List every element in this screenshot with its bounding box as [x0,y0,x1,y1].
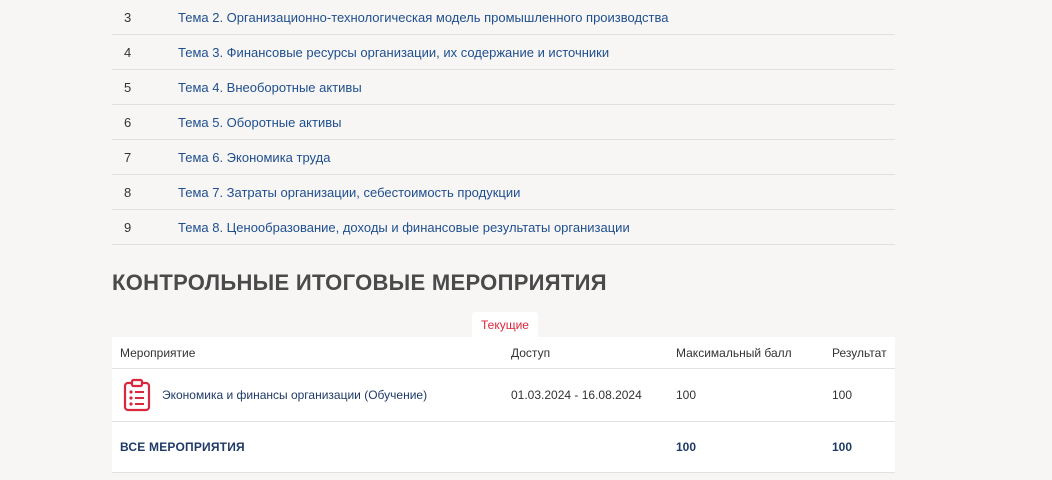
topic-link[interactable]: Тема 3. Финансовые ресурсы организации, … [178,45,609,60]
clipboard-list-icon[interactable] [122,378,152,412]
total-max-score: 100 [676,440,697,454]
topic-row: 9 Тема 8. Ценообразование, доходы и фина… [112,210,895,245]
topic-number: 6 [124,114,132,130]
table-header: Мероприятие Доступ Максимальный балл Рез… [112,337,895,369]
topics-list: 3 Тема 2. Организационно-технологическая… [112,0,895,245]
topic-link[interactable]: Тема 2. Организационно-технологическая м… [178,10,669,25]
header-result: Результат [832,345,887,360]
topic-row: 6 Тема 5. Оборотные активы [112,105,895,140]
topic-row: 3 Тема 2. Организационно-технологическая… [112,0,895,35]
header-max-score: Максимальный балл [676,345,792,360]
topic-row: 5 Тема 4. Внеоборотные активы [112,70,895,105]
topic-link[interactable]: Тема 8. Ценообразование, доходы и финанс… [178,220,630,235]
tab-current[interactable]: Текущие [472,312,538,337]
topic-row: 4 Тема 3. Финансовые ресурсы организации… [112,35,895,70]
header-event: Мероприятие [120,345,196,360]
topic-row: 7 Тема 6. Экономика труда [112,140,895,175]
header-access: Доступ [511,345,551,360]
event-cell: Экономика и финансы организации (Обучени… [112,378,511,412]
topic-number: 4 [124,44,132,60]
topic-link[interactable]: Тема 4. Внеоборотные активы [178,80,362,95]
total-result: 100 [832,440,853,454]
topic-link[interactable]: Тема 5. Оборотные активы [178,115,341,130]
topic-row: 8 Тема 7. Затраты организации, себестоим… [112,175,895,210]
event-result: 100 [832,388,853,402]
event-access: 01.03.2024 - 16.08.2024 [511,388,642,402]
events-table: Мероприятие Доступ Максимальный балл Рез… [112,337,895,473]
table-total-row: ВСЕ МЕРОПРИЯТИЯ 100 100 [112,422,895,473]
topic-number: 3 [124,9,132,25]
table-row: Экономика и финансы организации (Обучени… [112,369,895,422]
section-title: КОНТРОЛЬНЫЕ ИТОГОВЫЕ МЕРОПРИЯТИЯ [112,270,607,295]
topic-number: 7 [124,149,132,165]
topic-number: 9 [124,219,132,235]
topic-link[interactable]: Тема 7. Затраты организации, себестоимос… [178,185,520,200]
event-max-score: 100 [676,388,697,402]
total-label: ВСЕ МЕРОПРИЯТИЯ [120,440,245,454]
topic-number: 8 [124,184,132,200]
event-link[interactable]: Экономика и финансы организации (Обучени… [162,388,427,402]
topic-link[interactable]: Тема 6. Экономика труда [178,150,330,165]
topic-number: 5 [124,79,132,95]
